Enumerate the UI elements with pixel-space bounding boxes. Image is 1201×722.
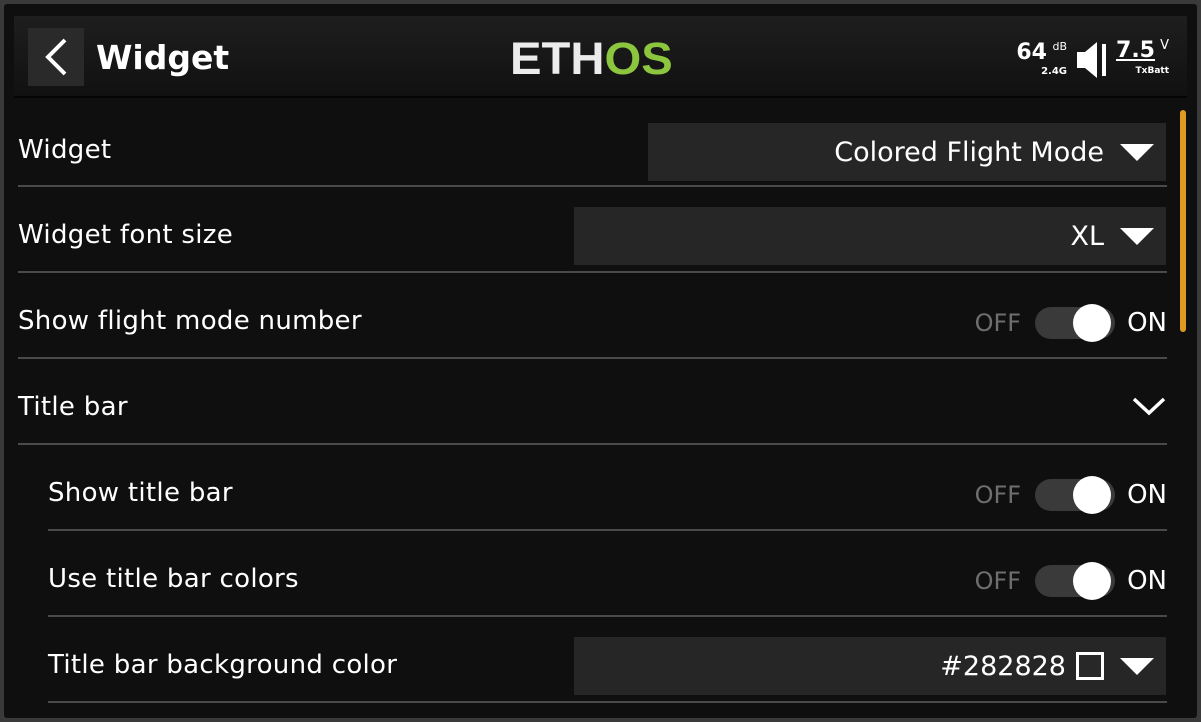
speaker-icon: [1077, 42, 1106, 78]
widget-select[interactable]: Colored Flight Mode: [648, 123, 1166, 181]
band-label: 2.4G: [1041, 66, 1067, 77]
show-fm-number-toggle[interactable]: OFF ON: [974, 304, 1167, 342]
row-label: Title bar: [18, 392, 128, 422]
row-label: Use title bar colors: [48, 564, 299, 594]
row-show-fm-number: Show flight mode number OFF ON: [18, 271, 1167, 359]
color-swatch: [1076, 652, 1104, 680]
font-size-select-value: XL: [1070, 220, 1104, 252]
ethos-logo: ETHOS: [510, 33, 673, 84]
row-widget: Widget Colored Flight Mode: [18, 99, 1167, 187]
show-title-bar-toggle[interactable]: OFF ON: [974, 476, 1167, 514]
widget-select-value: Colored Flight Mode: [834, 136, 1104, 168]
toggle-on-label: ON: [1127, 480, 1167, 510]
dropdown-arrow-icon: [1120, 227, 1154, 245]
row-label: Widget font size: [18, 220, 234, 250]
device-screen: Widget ETHOS 64 dB 2.4G 7.5 V TxBatt Wid…: [4, 4, 1197, 718]
font-size-select[interactable]: XL: [574, 207, 1166, 265]
scroll-indicator[interactable]: [1180, 110, 1186, 332]
row-font-size: Widget font size XL: [18, 185, 1167, 273]
chevron-down-icon: [1132, 397, 1166, 416]
toggle-off-label: OFF: [974, 309, 1022, 337]
back-button[interactable]: [28, 28, 84, 86]
toggle-knob: [1073, 562, 1112, 600]
title-bg-color-select[interactable]: #282828: [574, 637, 1166, 695]
toggle-knob: [1073, 476, 1112, 514]
toggle-track: [1035, 476, 1116, 514]
tx-voltage: 7.5: [1116, 38, 1155, 63]
status-area: 64 dB 2.4G 7.5 V TxBatt: [993, 36, 1173, 86]
toggle-on-label: ON: [1127, 308, 1167, 338]
row-label: Show flight mode number: [18, 306, 362, 336]
dropdown-arrow-icon: [1120, 657, 1154, 675]
toggle-off-label: OFF: [974, 481, 1022, 509]
dropdown-arrow-icon: [1120, 143, 1154, 161]
row-label: Widget: [18, 135, 112, 165]
toggle-track: [1035, 304, 1116, 342]
row-show-title-bar: Show title bar OFF ON: [48, 443, 1167, 531]
txbatt-label: TxBatt: [1135, 66, 1169, 76]
toggle-track: [1035, 562, 1116, 600]
page-title: Widget: [96, 38, 230, 77]
voltage-unit: V: [1160, 38, 1169, 53]
use-title-colors-toggle[interactable]: OFF ON: [974, 562, 1167, 600]
toggle-knob: [1073, 304, 1112, 342]
row-title-bg-color: Title bar background color #282828: [48, 615, 1167, 703]
top-bar: Widget ETHOS 64 dB 2.4G 7.5 V TxBatt: [14, 16, 1187, 98]
chevron-left-icon: [45, 38, 67, 76]
toggle-on-label: ON: [1127, 566, 1167, 596]
color-value: #282828: [940, 650, 1066, 682]
row-label: Title bar background color: [48, 650, 398, 680]
row-title-bar[interactable]: Title bar: [18, 357, 1167, 445]
rssi-value: 64: [1016, 40, 1047, 65]
toggle-off-label: OFF: [974, 567, 1022, 595]
row-label: Show title bar: [48, 478, 233, 508]
row-use-title-colors: Use title bar colors OFF ON: [48, 529, 1167, 617]
rssi-unit: dB: [1052, 40, 1067, 53]
